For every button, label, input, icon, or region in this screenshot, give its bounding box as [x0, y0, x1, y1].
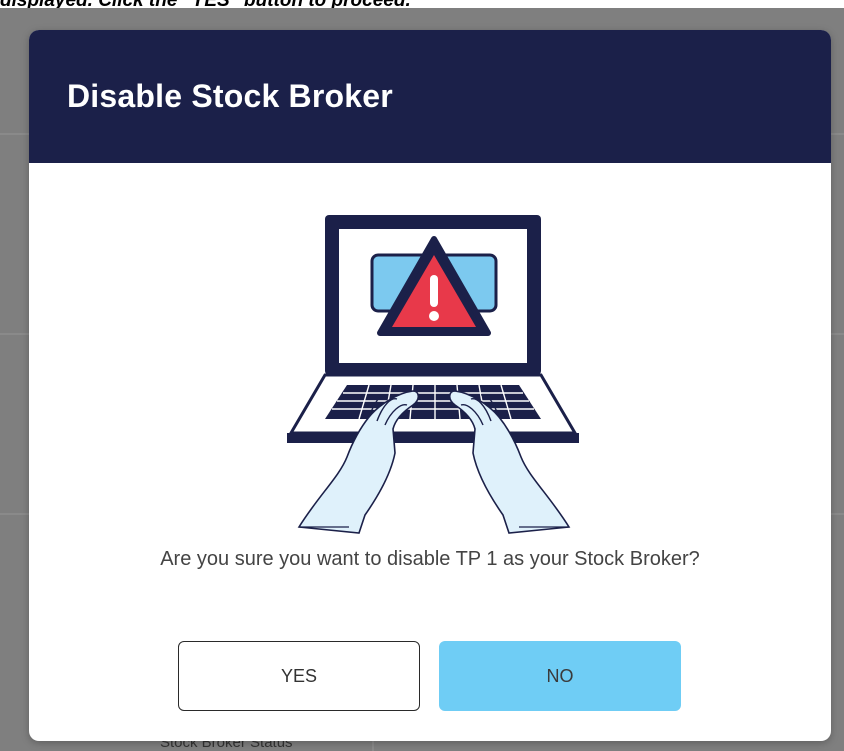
yes-button[interactable]: YES: [178, 641, 420, 711]
no-button[interactable]: NO: [439, 641, 681, 711]
disable-broker-dialog: Disable Stock Broker Are you sure you wa…: [29, 30, 831, 741]
dialog-title: Disable Stock Broker: [67, 78, 393, 114]
confirmation-message: Are you sure you want to disable TP 1 as…: [160, 548, 700, 570]
dialog-header: Disable Stock Broker: [29, 30, 831, 163]
laptop-warning-icon: [287, 215, 579, 534]
